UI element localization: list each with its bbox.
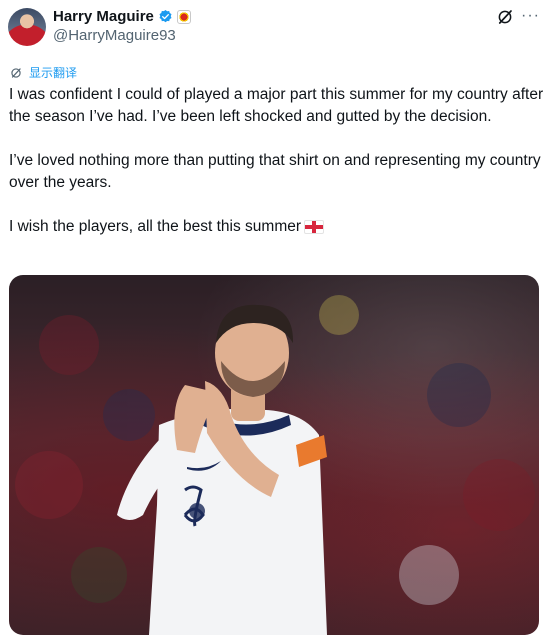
tweet-paragraph-3-text: I wish the players, all the best this su… [9, 218, 302, 235]
tweet-paragraph-2: I’ve loved nothing more than putting tha… [9, 152, 541, 191]
handle[interactable]: @HarryMaguire93 [53, 27, 176, 44]
grok-icon[interactable] [496, 8, 514, 26]
tweet-header: Harry Maguire @HarryMaguire93 ··· [0, 0, 550, 60]
translate-link[interactable]: 显示翻译 [9, 64, 77, 81]
tweet-text: I was confident I could of played a majo… [9, 84, 544, 260]
tweet-paragraph-3: I wish the players, all the best this su… [9, 216, 544, 238]
more-icon[interactable]: ··· [521, 7, 540, 25]
display-name[interactable]: Harry Maguire [53, 8, 154, 25]
translate-icon [11, 67, 21, 78]
verified-badge-icon [159, 9, 172, 23]
translate-label: 显示翻译 [29, 66, 78, 80]
author-name-row: Harry Maguire [53, 8, 191, 25]
player-applauding-image [15, 295, 535, 635]
club-badge-icon [176, 9, 191, 24]
tweet-paragraph-1: I was confident I could of played a majo… [9, 86, 544, 125]
tweet-photo[interactable] [9, 275, 539, 635]
england-flag-icon [304, 220, 325, 234]
avatar[interactable] [8, 8, 46, 46]
